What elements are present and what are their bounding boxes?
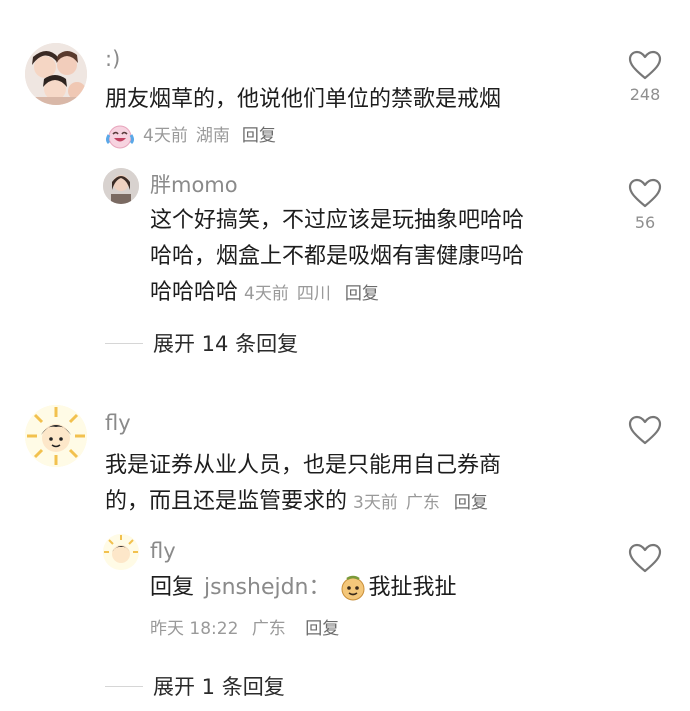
reply-button[interactable]: 回复 (345, 284, 379, 304)
avatar[interactable] (103, 534, 139, 570)
reply-location: 四川 (296, 284, 331, 304)
like-button[interactable] (620, 415, 670, 445)
heart-icon (628, 415, 662, 445)
avatar-image (25, 405, 87, 467)
reply-text-line-1: 这个好搞笑，不过应该是玩抽象吧哈哈 (150, 208, 525, 233)
like-count: 56 (634, 213, 656, 232)
comment-text: 朋友烟草的，他说他们单位的禁歌是戒烟 (105, 87, 502, 112)
reply-meta: 昨天 18:22 广东 回复 (150, 618, 339, 640)
comment-text-line-2: 的，而且还是监管要求的 3天前 广东 回复 (105, 484, 496, 521)
reply-text: 回复 jsnshejdn： 我扯我扯 (150, 570, 457, 606)
comment-author[interactable]: fly (105, 410, 131, 436)
comment-text-line-2-text: 的，而且还是监管要求的 (105, 489, 348, 514)
like-button[interactable]: 56 (620, 178, 670, 234)
comment-meta: 4天前 湖南 回复 (105, 123, 276, 149)
avatar-image (103, 534, 139, 570)
expand-replies-button[interactable]: 展开 14 条回复 (105, 328, 298, 358)
reply-text-line-3-text: 哈哈哈哈 (150, 280, 239, 305)
reply-button[interactable]: 回复 (454, 493, 488, 513)
reply-button[interactable]: 回复 (242, 125, 276, 147)
heart-icon (628, 50, 662, 80)
smirk-emoji-icon (341, 575, 364, 601)
reply-meta: 4天前 四川 回复 (244, 284, 387, 304)
reply-body: 我扯我扯 (368, 575, 457, 600)
heart-icon (628, 543, 662, 573)
like-count: 248 (629, 85, 661, 104)
comment-author[interactable]: :) (105, 46, 120, 72)
reply-time: 昨天 18:22 (150, 619, 239, 639)
avatar[interactable] (25, 405, 87, 467)
reply-to-user[interactable]: jsnshejdn： (204, 570, 330, 606)
comment-location: 湖南 (195, 126, 230, 146)
comment-text-line-1: 我是证券从业人员，也是只能用自己券商 (105, 453, 502, 478)
comment-time: 4天前 (143, 126, 188, 146)
reply-location: 广东 (251, 619, 286, 639)
reply-text-line-3: 哈哈哈哈 4天前 四川 回复 (150, 275, 387, 312)
crying-laughing-emoji-icon (106, 125, 134, 149)
expand-replies-label: 展开 1 条回复 (153, 675, 285, 699)
avatar-image (103, 168, 139, 204)
avatar-image (25, 43, 87, 105)
reply-time: 4天前 (244, 284, 289, 304)
reply-prefix: 回复 (150, 575, 195, 600)
reply-author[interactable]: 胖momo (150, 172, 238, 198)
comment-location: 广东 (405, 493, 440, 513)
expand-divider (105, 685, 143, 687)
like-button[interactable] (620, 543, 670, 573)
expand-replies-button[interactable]: 展开 1 条回复 (105, 671, 285, 701)
like-button[interactable]: 248 (620, 50, 670, 106)
expand-replies-label: 展开 14 条回复 (153, 332, 299, 356)
reply-text-line-2: 哈哈，烟盒上不都是吸烟有害健康吗哈 (150, 244, 525, 269)
reply-author[interactable]: fly (150, 538, 176, 564)
comment-meta: 3天前 广东 回复 (353, 493, 496, 513)
comment-time: 3天前 (353, 493, 398, 513)
reply-button[interactable]: 回复 (305, 619, 339, 639)
avatar[interactable] (25, 43, 87, 105)
heart-icon (628, 178, 662, 208)
avatar[interactable] (103, 168, 139, 204)
expand-divider (105, 342, 143, 344)
